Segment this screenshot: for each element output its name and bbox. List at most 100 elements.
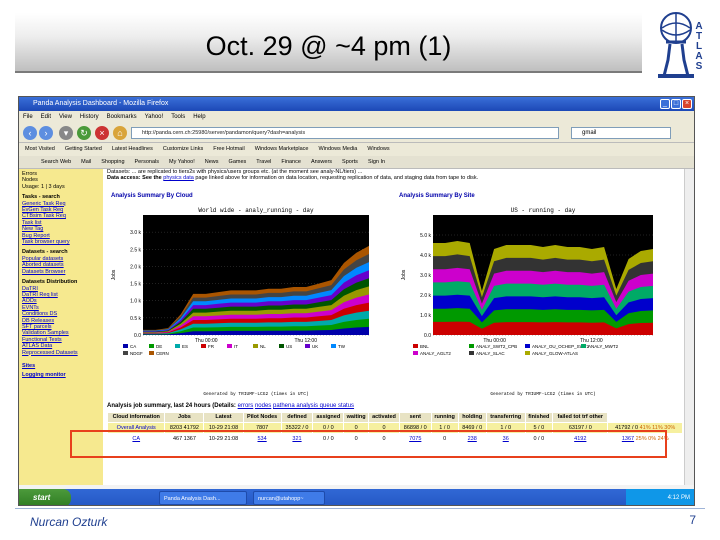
y-tick-label: 0.0 bbox=[424, 333, 431, 339]
footer-divider bbox=[15, 508, 705, 509]
toolbar-item[interactable]: Shopping bbox=[101, 156, 124, 168]
bookmarks-bar: Most Visited Getting Started Latest Head… bbox=[19, 143, 694, 156]
home-icon[interactable]: ⌂ bbox=[113, 126, 127, 140]
legend-swatch bbox=[123, 351, 128, 355]
y-tick-label: 1.0 k bbox=[130, 299, 141, 305]
site-chart-title: Analysis Summary By Site bbox=[399, 193, 475, 199]
sidebar-link[interactable]: Datasets Browser bbox=[22, 269, 100, 275]
bookmark-item[interactable]: Free Hotmail bbox=[213, 143, 244, 156]
dropdown-icon[interactable]: ▾ bbox=[59, 126, 73, 140]
toolbar-item[interactable]: Personals bbox=[135, 156, 159, 168]
legend-label: NL bbox=[260, 344, 266, 349]
physics-data-link[interactable]: physics data bbox=[163, 175, 194, 181]
legend-label: IT bbox=[234, 344, 238, 349]
legend-swatch bbox=[413, 344, 418, 348]
menu-bookmarks[interactable]: Bookmarks bbox=[107, 111, 137, 123]
back-icon[interactable]: ‹ bbox=[23, 126, 37, 140]
toolbar-item[interactable]: Travel bbox=[256, 156, 271, 168]
legend-label: ANALY_SLAC bbox=[476, 351, 505, 356]
bookmark-item[interactable]: Latest Headlines bbox=[112, 143, 153, 156]
toolbar-item[interactable]: Answers bbox=[311, 156, 332, 168]
legend-label: US bbox=[286, 344, 292, 349]
logo-letter: S bbox=[695, 61, 703, 72]
pathena-queue-link[interactable]: pathena analysis queue status bbox=[273, 403, 354, 409]
column-header: defined bbox=[280, 412, 314, 423]
legend-swatch bbox=[123, 344, 128, 348]
legend-label: ANALY_SWT2_CPB bbox=[476, 344, 517, 349]
errors-link[interactable]: errors bbox=[238, 403, 254, 409]
legend-swatch bbox=[413, 351, 418, 355]
vertical-scrollbar[interactable] bbox=[684, 169, 694, 485]
menu-tools[interactable]: Tools bbox=[171, 111, 185, 123]
job-summary-title: Analysis job summary, last 24 hours (Det… bbox=[107, 403, 354, 409]
legend-label: DE bbox=[156, 344, 162, 349]
toolbar-item[interactable]: News bbox=[205, 156, 219, 168]
bookmark-item[interactable]: Windows Marketplace bbox=[255, 143, 309, 156]
legend-swatch bbox=[469, 351, 474, 355]
menu-history[interactable]: History bbox=[80, 111, 99, 123]
search-input[interactable]: gmail bbox=[571, 127, 671, 139]
bookmark-item[interactable]: Customize Links bbox=[163, 143, 203, 156]
legend-swatch bbox=[581, 344, 586, 348]
yahoo-toolbar: Search Web Mail Shopping Personals My Ya… bbox=[19, 156, 694, 169]
legend-label: NDGF bbox=[130, 351, 143, 356]
bookmark-item[interactable]: Most Visited bbox=[25, 143, 55, 156]
column-header: activated bbox=[368, 412, 400, 423]
close-button[interactable]: × bbox=[682, 99, 692, 109]
sidebar-link[interactable]: Sites bbox=[22, 363, 100, 369]
legend-swatch bbox=[525, 344, 530, 348]
menu-view[interactable]: View bbox=[59, 111, 72, 123]
legend-label: ANALY_AGLT2 bbox=[420, 351, 451, 356]
minimize-button[interactable]: _ bbox=[660, 99, 670, 109]
legend-label: ES bbox=[182, 344, 188, 349]
toolbar-item[interactable]: My Yahoo! bbox=[169, 156, 195, 168]
y-tick-label: 1.0 k bbox=[420, 313, 431, 319]
toolbar-item[interactable]: Mail bbox=[81, 156, 91, 168]
menu-bar: File Edit View History Bookmarks Yahoo! … bbox=[19, 111, 694, 123]
chart-footer: Generated by TRIUMF-LCG2 (times in UTC) bbox=[490, 391, 595, 397]
taskbar-item[interactable]: nurcan@utahopp~ bbox=[253, 491, 325, 505]
y-axis-label: Jobs bbox=[401, 269, 407, 280]
url-input[interactable]: http://panda.cern.ch:25980/server/pandam… bbox=[131, 127, 559, 139]
menu-edit[interactable]: Edit bbox=[41, 111, 51, 123]
column-header: Pilot Nodes bbox=[242, 412, 282, 423]
taskbar-item[interactable]: Panda Analysis Dash... bbox=[159, 491, 247, 505]
y-tick-label: 3.0 k bbox=[130, 230, 141, 236]
windows-taskbar: start Panda Analysis Dash... nurcan@utah… bbox=[19, 489, 694, 505]
toolbar-item[interactable]: Finance bbox=[281, 156, 301, 168]
nodes-link[interactable]: nodes bbox=[255, 403, 271, 409]
legend-label: ANALY_MWT2 bbox=[588, 344, 619, 349]
legend-label: CERN bbox=[156, 351, 169, 356]
start-button[interactable]: start bbox=[19, 489, 71, 505]
legend-swatch bbox=[305, 344, 310, 348]
chart-inner-title: World wide - analy_running - day bbox=[198, 207, 314, 214]
bookmark-item[interactable]: Windows bbox=[367, 143, 389, 156]
y-tick-label: 0.5 k bbox=[130, 316, 141, 322]
stop-icon[interactable]: × bbox=[95, 126, 109, 140]
legend-label: TW bbox=[338, 344, 346, 349]
toolbar-item[interactable]: Games bbox=[229, 156, 247, 168]
menu-yahoo[interactable]: Yahoo! bbox=[145, 111, 164, 123]
legend-swatch bbox=[149, 344, 154, 348]
y-tick-label: 0.0 bbox=[134, 333, 141, 339]
legend-label: ANALY_GLOW-ATLAS bbox=[532, 351, 578, 356]
toolbar-item[interactable]: Sports bbox=[342, 156, 358, 168]
system-tray-clock: 4:12 PM bbox=[626, 489, 694, 505]
forward-icon[interactable]: › bbox=[39, 126, 53, 140]
sidebar-link[interactable]: Task browser query bbox=[22, 239, 100, 245]
menu-help[interactable]: Help bbox=[193, 111, 205, 123]
bookmark-item[interactable]: Windows Media bbox=[318, 143, 357, 156]
toolbar-item[interactable]: Search Web bbox=[41, 156, 71, 168]
highlight-box bbox=[70, 430, 667, 458]
toolbar-item[interactable]: Sign In bbox=[368, 156, 385, 168]
sidebar-link[interactable]: Logging monitor bbox=[22, 372, 100, 378]
atlas-logo-letters: A T L A S bbox=[692, 22, 706, 72]
y-axis-label: Jobs bbox=[111, 269, 117, 280]
menu-file[interactable]: File bbox=[23, 111, 33, 123]
column-header: sent bbox=[398, 412, 432, 423]
maximize-button[interactable]: □ bbox=[671, 99, 681, 109]
bookmark-item[interactable]: Getting Started bbox=[65, 143, 102, 156]
reload-icon[interactable]: ↻ bbox=[77, 126, 91, 140]
column-header: Cloud information bbox=[106, 412, 166, 423]
y-tick-label: 2.0 k bbox=[130, 264, 141, 270]
